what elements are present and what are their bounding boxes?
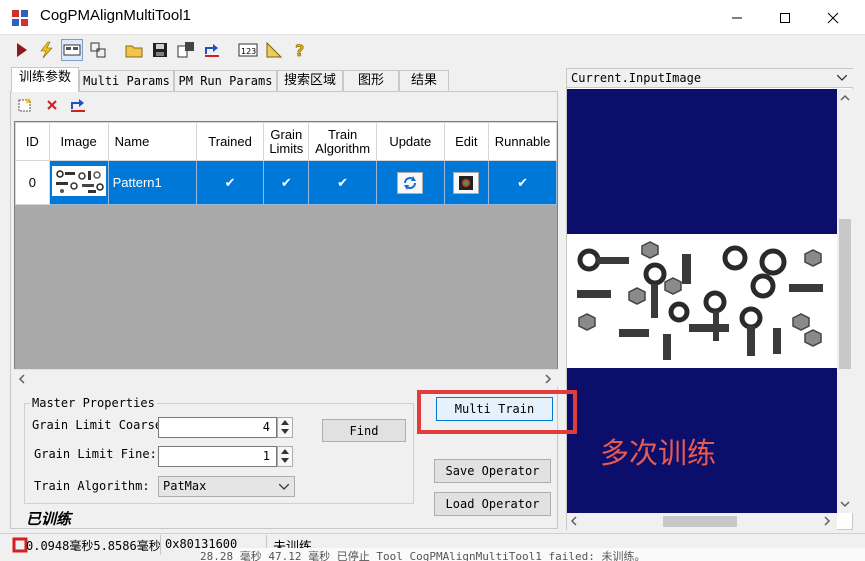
scroll-right-icon [824, 516, 831, 526]
train-algorithm-value: PatMax [163, 479, 207, 493]
column-header-grain-limits[interactable]: Grain Limits [263, 122, 310, 161]
row-runnable-checkbox[interactable]: ✔ [488, 160, 557, 205]
row-grain-limits-checkbox[interactable]: ✔ [263, 160, 310, 205]
svg-text:?: ? [295, 41, 304, 59]
row-update-cell [376, 160, 445, 205]
column-header-edit[interactable]: Edit [443, 122, 490, 161]
tab-search-region[interactable]: 搜索区域 [277, 70, 343, 91]
spin-down-icon[interactable] [278, 456, 292, 465]
row-trained-checkbox[interactable]: ✔ [195, 160, 265, 205]
row-name-cell[interactable]: Pattern1 [107, 160, 197, 205]
table-row[interactable]: 0 Pattern1 ✔ ✔ ✔ ✔ [15, 160, 557, 205]
chevron-down-icon [279, 484, 289, 490]
tab-results[interactable]: 结果 [399, 70, 449, 91]
update-button[interactable] [397, 171, 424, 194]
minimize-button[interactable] [713, 0, 761, 35]
tab-graphics[interactable]: 图形 [343, 70, 399, 91]
image-vertical-scrollbar[interactable] [837, 89, 853, 513]
lightning-icon[interactable] [35, 39, 57, 61]
save-icon[interactable] [149, 39, 171, 61]
grain-limit-fine-input[interactable]: 1 [158, 446, 277, 467]
status-divider [160, 535, 161, 555]
scroll-left-icon [18, 374, 25, 384]
tab-multi-params[interactable]: Multi Params [79, 70, 174, 91]
refresh-icon [404, 175, 417, 190]
column-header-trained[interactable]: Trained [195, 122, 265, 161]
spin-up-icon[interactable] [278, 447, 292, 456]
chevron-down-icon [837, 75, 847, 81]
find-button[interactable]: Find [322, 419, 406, 442]
reset-icon[interactable] [201, 39, 223, 61]
pattern-thumbnail-cell [48, 160, 109, 205]
column-header-update[interactable]: Update [376, 122, 445, 161]
run-icon[interactable] [10, 39, 32, 61]
tab-pm-run-params-label: PM Run Params [178, 74, 273, 88]
grain-limit-coarse-label: Grain Limit Coarse: [32, 418, 170, 432]
annotation-highlight-box [417, 390, 577, 434]
row-train-algorithm-checkbox[interactable]: ✔ [308, 160, 378, 205]
grain-limit-fine-spinner[interactable] [277, 446, 293, 467]
grid-header-row: ID Image Name Trained Grain Limits Train… [15, 122, 557, 161]
grid-horizontal-scrollbar[interactable] [14, 369, 558, 387]
master-properties-legend: Master Properties [30, 396, 157, 410]
maximize-button[interactable] [761, 0, 809, 35]
counter-icon[interactable]: 123 [237, 39, 259, 61]
reset-pattern-icon[interactable] [68, 95, 88, 115]
svg-text:123: 123 [241, 47, 256, 56]
column-header-image[interactable]: Image [48, 122, 109, 161]
column-header-train-algorithm[interactable]: Train Algorithm [308, 122, 378, 161]
tab-train-params[interactable]: 训练参数 [11, 67, 79, 92]
tab-pm-run-params[interactable]: PM Run Params [174, 70, 277, 91]
scroll-down-icon [840, 501, 850, 508]
train-algorithm-select[interactable]: PatMax [158, 476, 295, 497]
window-title: CogPMAlignMultiTool1 [40, 7, 191, 24]
app-icon [11, 9, 29, 27]
background-window-text: 28.28 毫秒 47.12 毫秒 已停止 Tool CogPMAlignMul… [200, 548, 865, 561]
image-horizontal-scrollbar[interactable] [567, 513, 837, 530]
open-folder-icon[interactable] [123, 39, 145, 61]
image-source-select[interactable]: Current.InputImage [567, 69, 853, 88]
scroll-thumb [663, 516, 737, 527]
pattern-thumbnail-image [51, 166, 106, 196]
tab-multi-params-label: Multi Params [83, 74, 170, 88]
scroll-up-icon [840, 94, 850, 101]
edit-image-icon [459, 175, 474, 190]
measure-icon[interactable] [263, 39, 285, 61]
status-timing: 0.0948毫秒5.8586毫秒 [26, 539, 161, 553]
trained-state-label: 已训练 [26, 510, 72, 528]
scroll-left-icon [570, 516, 577, 526]
new-pattern-icon[interactable] [15, 95, 35, 115]
column-header-runnable[interactable]: Runnable [488, 122, 557, 161]
load-operator-button[interactable]: Load Operator [434, 492, 551, 516]
save-operator-button[interactable]: Save Operator [434, 459, 551, 483]
pattern-grid: ID Image Name Trained Grain Limits Train… [14, 121, 558, 387]
column-header-name[interactable]: Name [107, 122, 197, 161]
train-algorithm-label: Train Algorithm: [34, 479, 150, 493]
grain-limit-coarse-input[interactable]: 4 [158, 417, 277, 438]
edit-button[interactable] [453, 171, 480, 194]
spin-down-icon[interactable] [278, 427, 292, 436]
parts-image [567, 234, 837, 368]
delete-icon[interactable] [42, 95, 62, 115]
help-icon[interactable]: ? [289, 39, 311, 61]
column-header-id[interactable]: ID [15, 122, 50, 161]
pattern-icon[interactable] [87, 39, 109, 61]
grain-limit-fine-label: Grain Limit Fine: [34, 447, 157, 461]
annotation-text: 多次训练 [600, 436, 717, 470]
image-source-value: Current.InputImage [571, 71, 702, 85]
export-icon[interactable] [175, 39, 197, 61]
scroll-thumb [839, 219, 851, 369]
row-edit-cell [443, 160, 490, 205]
close-button[interactable] [809, 0, 857, 35]
parts-image-drawing [577, 241, 823, 360]
scroll-right-icon [545, 374, 552, 384]
display-icon[interactable] [61, 39, 83, 61]
row-id-cell: 0 [15, 160, 50, 205]
grain-limit-coarse-spinner[interactable] [277, 417, 293, 438]
spin-up-icon[interactable] [278, 418, 292, 427]
